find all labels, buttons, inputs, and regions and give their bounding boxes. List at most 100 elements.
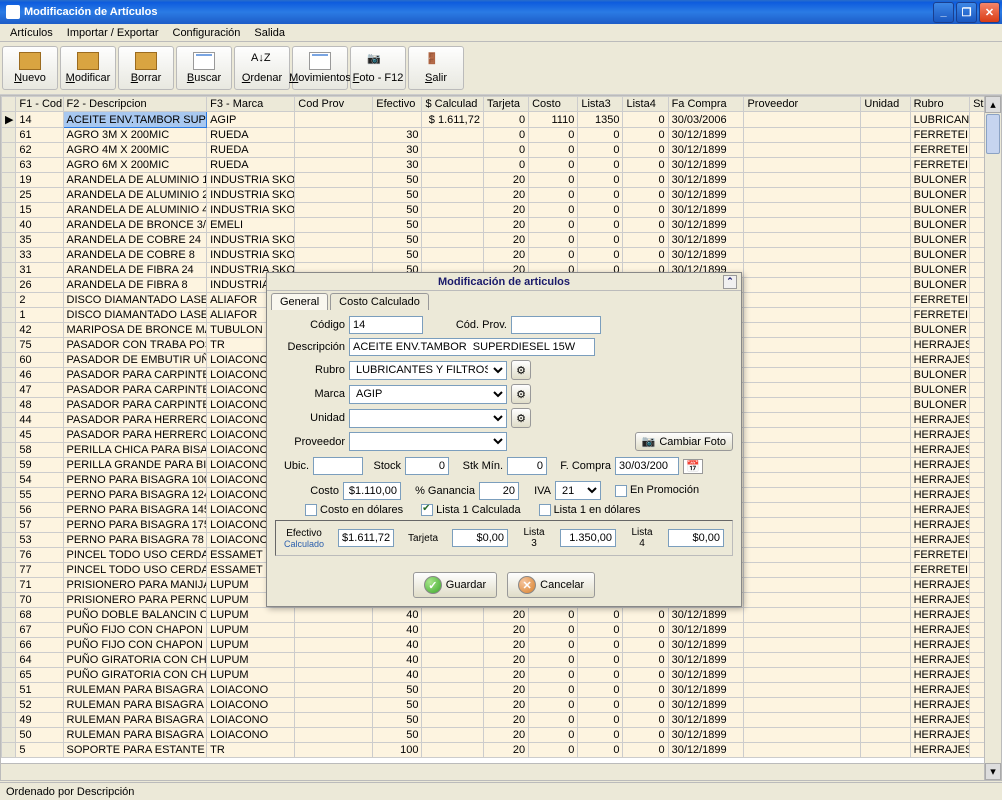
toolbar-salir[interactable]: 🚪Salir	[408, 46, 464, 90]
row-selector[interactable]	[2, 578, 16, 593]
toolbar-modificar[interactable]: Modificar	[60, 46, 116, 90]
menu-salida[interactable]: Salida	[248, 26, 291, 40]
row-selector[interactable]	[2, 278, 16, 293]
close-button[interactable]: ✕	[979, 2, 1000, 23]
row-selector[interactable]	[2, 593, 16, 608]
toolbar-borrar[interactable]: Borrar	[118, 46, 174, 90]
row-selector[interactable]	[2, 518, 16, 533]
proveedor-select[interactable]	[349, 432, 507, 451]
row-selector[interactable]	[2, 548, 16, 563]
scroll-down-icon[interactable]: ▾	[985, 763, 1001, 780]
row-selector[interactable]	[2, 428, 16, 443]
table-row[interactable]: 25ARANDELA DE ALUMINIO 24INDUSTRIA SKO50…	[2, 188, 1001, 203]
table-row[interactable]: 49RULEMAN PARA BISAGRA CHLOIACONO5020000…	[2, 713, 1001, 728]
costo-input[interactable]	[343, 482, 401, 500]
row-selector[interactable]	[2, 128, 16, 143]
promo-checkbox[interactable]	[615, 485, 627, 497]
col-cod-prov[interactable]: Cod Prov	[295, 97, 373, 112]
ubic-input[interactable]	[313, 457, 363, 475]
cambiar-foto-button[interactable]: 📷Cambiar Foto	[635, 432, 733, 451]
row-selector[interactable]	[2, 308, 16, 323]
row-selector[interactable]	[2, 173, 16, 188]
row-selector[interactable]	[2, 728, 16, 743]
codprov-input[interactable]	[511, 316, 601, 334]
row-selector[interactable]	[2, 503, 16, 518]
lista1-dol-checkbox[interactable]	[539, 504, 551, 516]
lista3-input[interactable]	[560, 529, 616, 547]
col-efectivo[interactable]: Efectivo	[373, 97, 422, 112]
tarjeta-input[interactable]	[452, 529, 508, 547]
table-row[interactable]: 64PUÑO GIRATORIA CON CHAPLUPUM402000030/…	[2, 653, 1001, 668]
row-selector[interactable]	[2, 323, 16, 338]
toolbar-movimientos[interactable]: Movimientos	[292, 46, 348, 90]
table-row[interactable]: 67PUÑO FIJO CON CHAPON BRLUPUM402000030/…	[2, 623, 1001, 638]
toolbar-nuevo[interactable]: Nuevo	[2, 46, 58, 90]
row-selector[interactable]	[2, 263, 16, 278]
menu-configuraci-n[interactable]: Configuración	[167, 26, 247, 40]
row-selector[interactable]	[2, 443, 16, 458]
col-f1-cod[interactable]: F1 - Cod	[16, 97, 63, 112]
table-row[interactable]: 66PUÑO FIJO CON CHAPON DOLUPUM402000030/…	[2, 638, 1001, 653]
efectivo-input[interactable]	[338, 529, 394, 547]
table-row[interactable]: 52RULEMAN PARA BISAGRA BFLOIACONO5020000…	[2, 698, 1001, 713]
ganancia-input[interactable]	[479, 482, 519, 500]
table-row[interactable]: 51RULEMAN PARA BISAGRA BFLOIACONO5020000…	[2, 683, 1001, 698]
row-selector[interactable]	[2, 713, 16, 728]
col--calculad[interactable]: $ Calculad	[422, 97, 484, 112]
table-row[interactable]: 63AGRO 6M X 200MICRUEDA30000030/12/1899F…	[2, 158, 1001, 173]
col-lista4[interactable]: Lista4	[623, 97, 668, 112]
codigo-input[interactable]	[349, 316, 423, 334]
calendar-icon[interactable]: 📅	[683, 459, 703, 474]
row-selector[interactable]	[2, 698, 16, 713]
marca-lookup-icon[interactable]: ⚙	[511, 384, 531, 404]
row-selector[interactable]	[2, 608, 16, 623]
col-proveedor[interactable]: Proveedor	[744, 97, 861, 112]
unidad-select[interactable]	[349, 409, 507, 428]
menu-art-culos[interactable]: Artículos	[4, 26, 59, 40]
row-selector[interactable]	[2, 368, 16, 383]
minimize-button[interactable]: _	[933, 2, 954, 23]
row-selector[interactable]	[2, 623, 16, 638]
row-selector[interactable]	[2, 218, 16, 233]
row-selector[interactable]	[2, 413, 16, 428]
row-selector[interactable]	[2, 683, 16, 698]
guardar-button[interactable]: ✓Guardar	[413, 572, 497, 598]
table-row[interactable]: 62AGRO 4M X 200MICRUEDA30000030/12/1899F…	[2, 143, 1001, 158]
maximize-button[interactable]: ❐	[956, 2, 977, 23]
row-selector[interactable]	[2, 458, 16, 473]
lista1-calc-checkbox[interactable]	[421, 504, 433, 516]
col-tarjeta[interactable]: Tarjeta	[483, 97, 528, 112]
table-row[interactable]: 35ARANDELA DE COBRE 24INDUSTRIA SKO50200…	[2, 233, 1001, 248]
row-selector[interactable]	[2, 233, 16, 248]
row-selector[interactable]	[2, 533, 16, 548]
iva-select[interactable]: 21	[555, 481, 601, 500]
row-selector[interactable]	[2, 653, 16, 668]
row-selector[interactable]	[2, 248, 16, 263]
col-unidad[interactable]: Unidad	[861, 97, 910, 112]
row-selector[interactable]	[2, 188, 16, 203]
table-row[interactable]: 33ARANDELA DE COBRE 8INDUSTRIA SKO502000…	[2, 248, 1001, 263]
row-selector[interactable]: ▶	[2, 112, 16, 128]
row-selector[interactable]	[2, 158, 16, 173]
row-selector[interactable]	[2, 293, 16, 308]
table-row[interactable]: ▶14ACEITE ENV.TAMBOR SUPEAGIP$ 1.611,720…	[2, 112, 1001, 128]
table-row[interactable]: 50RULEMAN PARA BISAGRA GRLOIACONO5020000…	[2, 728, 1001, 743]
horizontal-scrollbar[interactable]	[1, 763, 984, 780]
col-f2-descripcion[interactable]: F2 - Descripcion	[63, 97, 207, 112]
table-row[interactable]: 19ARANDELA DE ALUMINIO 12INDUSTRIA SKO50…	[2, 173, 1001, 188]
row-selector[interactable]	[2, 743, 16, 758]
fcompra-input[interactable]	[615, 457, 679, 475]
row-selector[interactable]	[2, 338, 16, 353]
row-selector[interactable]	[2, 383, 16, 398]
toolbar-ordenar[interactable]: A↓ZOrdenar	[234, 46, 290, 90]
row-selector[interactable]	[2, 638, 16, 653]
row-selector[interactable]	[2, 353, 16, 368]
table-row[interactable]: 61AGRO 3M X 200MICRUEDA30000030/12/1899F…	[2, 128, 1001, 143]
scroll-thumb[interactable]	[986, 114, 1000, 154]
col-costo[interactable]: Costo	[529, 97, 578, 112]
costo-dolares-checkbox[interactable]	[305, 504, 317, 516]
vertical-scrollbar[interactable]: ▴ ▾	[984, 96, 1001, 780]
collapse-icon[interactable]: ⌃	[723, 275, 737, 289]
cancelar-button[interactable]: ✕Cancelar	[507, 572, 595, 598]
menu-importar-exportar[interactable]: Importar / Exportar	[61, 26, 165, 40]
